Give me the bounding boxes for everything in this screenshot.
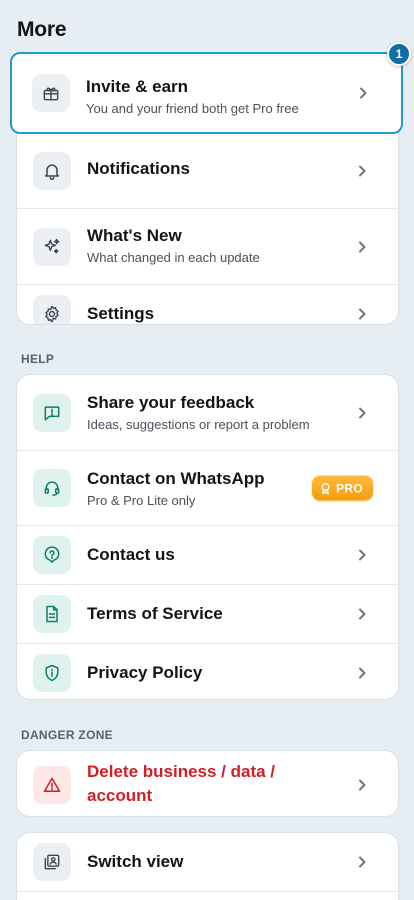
warning-icon bbox=[33, 765, 71, 804]
pro-badge-label: PRO bbox=[336, 481, 363, 495]
settings-row[interactable]: Settings bbox=[17, 284, 398, 324]
settings-label: Settings bbox=[87, 304, 155, 323]
whats-new-label: What's New bbox=[87, 226, 182, 245]
chevron-right-icon bbox=[356, 608, 368, 620]
feedback-icon bbox=[33, 393, 71, 432]
delete-account-label: Delete business / data / account bbox=[87, 762, 276, 805]
invite-earn-subtitle: You and your friend both get Pro free bbox=[86, 101, 299, 116]
gift-icon bbox=[32, 74, 70, 112]
feedback-row[interactable]: Share your feedback Ideas, suggestions o… bbox=[17, 375, 398, 450]
page-title: More bbox=[17, 18, 67, 41]
notifications-row[interactable]: Notifications bbox=[17, 133, 398, 208]
shield-icon bbox=[33, 653, 71, 692]
notifications-label: Notifications bbox=[87, 159, 190, 178]
gear-icon bbox=[33, 294, 71, 324]
switch-view-row[interactable]: Switch view bbox=[17, 833, 398, 891]
chevron-right-icon bbox=[356, 549, 368, 561]
chevron-right-icon bbox=[356, 165, 368, 177]
whatsapp-subtitle: Pro & Pro Lite only bbox=[87, 493, 196, 508]
danger-card: Delete business / data / account bbox=[16, 750, 399, 817]
switch-view-icon bbox=[33, 843, 71, 881]
list-item[interactable] bbox=[17, 891, 398, 900]
help-circle-icon bbox=[33, 536, 71, 574]
privacy-label: Privacy Policy bbox=[87, 663, 203, 682]
delete-account-row[interactable]: Delete business / data / account bbox=[17, 751, 398, 816]
pro-badge: PRO bbox=[312, 475, 373, 501]
help-section-label: HELP bbox=[21, 352, 55, 366]
document-icon bbox=[33, 595, 71, 633]
terms-row[interactable]: Terms of Service bbox=[17, 584, 398, 643]
bell-icon bbox=[33, 151, 71, 190]
feedback-subtitle: Ideas, suggestions or report a problem bbox=[87, 417, 310, 432]
bottom-card: Switch view bbox=[16, 832, 399, 900]
whats-new-row[interactable]: What's New What changed in each update bbox=[17, 208, 398, 284]
main-menu-card: Notifications What's New What changed in… bbox=[16, 116, 399, 325]
chevron-right-icon bbox=[356, 407, 368, 419]
whats-new-subtitle: What changed in each update bbox=[87, 250, 260, 265]
privacy-row[interactable]: Privacy Policy bbox=[17, 643, 398, 699]
contact-us-label: Contact us bbox=[87, 545, 175, 564]
whatsapp-row[interactable]: Contact on WhatsApp Pro & Pro Lite only … bbox=[17, 450, 398, 525]
award-icon bbox=[321, 482, 330, 494]
chevron-right-icon bbox=[356, 667, 368, 679]
headset-icon bbox=[33, 469, 71, 507]
switch-view-label: Switch view bbox=[87, 852, 184, 871]
chevron-right-icon bbox=[357, 87, 369, 99]
sparkles-icon bbox=[33, 227, 71, 266]
chevron-right-icon bbox=[356, 308, 368, 320]
invite-earn-label: Invite & earn bbox=[86, 77, 189, 96]
contact-us-row[interactable]: Contact us bbox=[17, 525, 398, 584]
danger-section-label: DANGER ZONE bbox=[21, 728, 113, 742]
feedback-label: Share your feedback bbox=[87, 393, 255, 412]
tour-step-badge[interactable]: 1 bbox=[387, 42, 411, 66]
chevron-right-icon bbox=[356, 241, 368, 253]
chevron-right-icon bbox=[356, 856, 368, 868]
invite-earn-row[interactable]: Invite & earn You and your friend both g… bbox=[10, 52, 403, 134]
chevron-right-icon bbox=[356, 779, 368, 791]
help-card: Share your feedback Ideas, suggestions o… bbox=[16, 374, 399, 700]
whatsapp-label: Contact on WhatsApp bbox=[87, 469, 265, 488]
terms-label: Terms of Service bbox=[87, 604, 223, 623]
